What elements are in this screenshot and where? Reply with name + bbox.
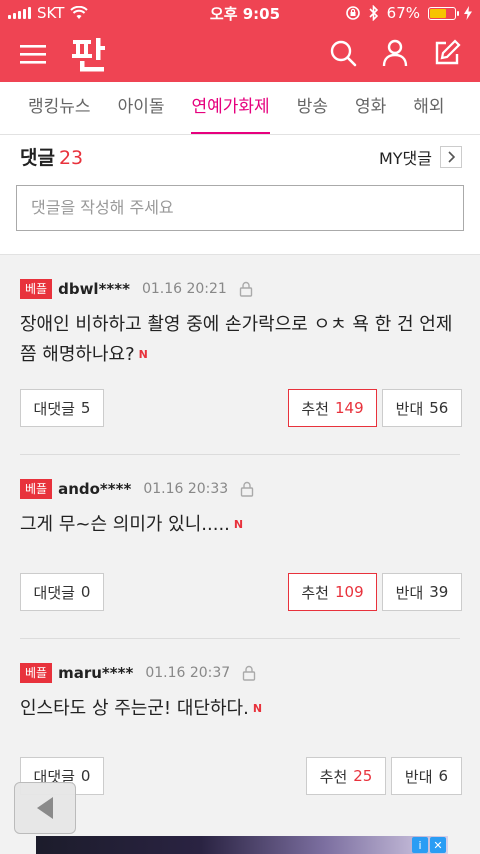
user-icon — [382, 39, 408, 67]
reply-button[interactable]: 대댓글 0 — [20, 573, 104, 611]
lock-icon[interactable] — [239, 281, 253, 297]
upvote-button[interactable]: 추천 25 — [306, 757, 386, 795]
comment-header-section: 댓글 23 MY댓글 댓글을 작성해 주세요 — [0, 135, 480, 255]
ad-close-icon[interactable]: ✕ — [430, 837, 446, 853]
edit-icon — [435, 39, 461, 65]
my-comments-link[interactable]: MY댓글 — [379, 145, 462, 169]
comment-user[interactable]: maru**** — [58, 664, 133, 682]
upvote-button[interactable]: 추천 149 — [288, 389, 377, 427]
comment-divider — [20, 638, 460, 639]
downvote-button[interactable]: 반대 56 — [382, 389, 462, 427]
comment-input[interactable]: 댓글을 작성해 주세요 — [16, 185, 464, 231]
bluetooth-icon — [369, 5, 378, 21]
downvote-button[interactable]: 반대 6 — [391, 757, 462, 795]
upvote-button[interactable]: 추천 109 — [288, 573, 377, 611]
new-icon: N — [233, 518, 244, 531]
signal-icon — [8, 7, 31, 19]
status-time: 오후 9:05 — [209, 4, 281, 23]
tab-overseas[interactable]: 해외 — [413, 82, 444, 134]
profile-button[interactable] — [380, 38, 410, 68]
tab-idol[interactable]: 아이돌 — [118, 82, 165, 134]
wifi-icon — [70, 6, 89, 19]
tab-entertainment-topics[interactable]: 연예가화제 — [191, 82, 270, 134]
write-button[interactable] — [432, 38, 462, 68]
ad-banner[interactable]: i ✕ — [36, 836, 448, 854]
battery-percent: 67% — [386, 4, 420, 22]
comment-text: 장애인 비하하고 촬영 중에 손가락으로 ㅇㅊ 욕 한 건 언제쯤 해명하나요?… — [20, 310, 468, 370]
best-badge: 베플 — [20, 479, 53, 499]
status-bar: SKT 오후 9:05 67% — [0, 0, 480, 26]
comment-time: 01.16 20:33 — [143, 481, 229, 497]
back-arrow-icon — [37, 797, 53, 819]
my-comments-label: MY댓글 — [378, 149, 432, 168]
menu-button[interactable] — [18, 39, 48, 69]
tab-broadcast[interactable]: 방송 — [297, 82, 328, 134]
best-badge: 베플 — [20, 663, 53, 683]
app-header — [0, 26, 480, 82]
comment-user[interactable]: ando**** — [58, 480, 131, 498]
tab-ranking-news[interactable]: 랭킹뉴스 — [28, 82, 91, 134]
ad-info-icon[interactable]: i — [412, 837, 428, 853]
search-button[interactable] — [328, 38, 358, 68]
comment-text: 인스타도 상 주는군! 대단하다. N — [20, 694, 468, 724]
comment-text: 그게 무~슨 의미가 있니..... N — [20, 510, 468, 540]
lock-icon[interactable] — [242, 665, 256, 681]
comment-title: 댓글 23 — [20, 147, 84, 169]
back-button[interactable] — [14, 782, 76, 834]
comment-time: 01.16 20:21 — [141, 281, 227, 297]
chevron-right-icon — [440, 146, 462, 168]
comment-count: 23 — [58, 147, 84, 169]
hamburger-icon — [20, 45, 46, 64]
carrier-label: SKT — [37, 4, 65, 22]
comment-divider — [20, 454, 460, 455]
pann-logo[interactable] — [70, 34, 110, 74]
comment-time: 01.16 20:37 — [145, 665, 231, 681]
best-badge: 베플 — [20, 279, 53, 299]
battery-icon — [428, 6, 459, 20]
tab-movie[interactable]: 영화 — [355, 82, 386, 134]
category-tabs: 랭킹뉴스 아이돌 연예가화제 방송 영화 해외 — [0, 82, 480, 135]
reply-button[interactable]: 대댓글 5 — [20, 389, 104, 427]
comment-user[interactable]: dbwl**** — [58, 280, 130, 298]
lock-icon[interactable] — [240, 481, 254, 497]
search-icon — [330, 40, 357, 67]
downvote-button[interactable]: 반대 39 — [382, 573, 462, 611]
rotation-lock-icon — [345, 6, 360, 20]
new-icon: N — [138, 348, 148, 361]
charging-icon — [464, 6, 472, 20]
new-icon: N — [252, 702, 263, 715]
